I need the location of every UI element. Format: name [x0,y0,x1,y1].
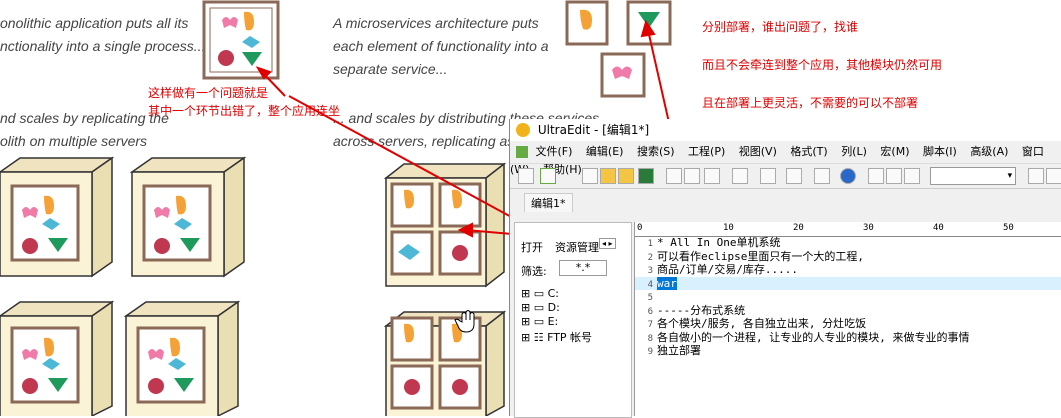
ftp-icon: ⊞ ☷ [521,331,548,344]
panel-tab-scroll[interactable]: ◂ ▸ [599,238,616,249]
toolbar-print-icon[interactable] [666,168,682,184]
ultraedit-titlebar: UltraEdit - [编辑1*] [510,119,1061,141]
drive-label: D: [547,301,560,314]
filter-label: 筛选: [521,265,547,278]
drive-icon: ⊞ ▭ [521,301,548,314]
panel-tab-open[interactable]: 打开 [521,239,543,255]
toolbar-list-icon[interactable] [814,168,830,184]
panel-tab-explorer[interactable]: 资源管理 [555,239,599,255]
toolbar-find-icon[interactable] [1028,168,1044,184]
text-editor[interactable]: 0 10 20 30 40 50 1 * All In One单机系统 2 可以看作… [634,222,1061,416]
editor-line[interactable]: 9 独立部署 [635,344,1061,358]
editor-line[interactable]: 3 商品/订单/交易/库存..... [635,263,1061,277]
window-title: UltraEdit - [编辑1*] [537,123,650,137]
ruler-mark: 10 [723,223,734,233]
drive-icon: ⊞ ▭ [521,315,548,328]
menu-edit[interactable]: 编辑(E) [586,145,624,158]
selected-text: war [657,276,677,290]
monolith-server-box-2 [129,156,247,278]
ruler-mark: 20 [793,223,804,233]
toolbar-cut-icon[interactable] [868,168,884,184]
monolith-process-frame [202,0,280,80]
toolbar-home-icon[interactable] [518,168,534,184]
annotation-flexible: 且在部署上更灵活，不需要的可以不部署 [702,96,919,110]
menu-format[interactable]: 格式(T) [790,145,827,158]
editor-line-current[interactable]: 4 war [635,276,1061,290]
menu-file[interactable]: 文件(F) [536,145,573,158]
ruler-mark: 50 [1003,223,1014,233]
toolbar-document-icon[interactable] [732,168,748,184]
app-icon [516,123,530,137]
ruler: 0 10 20 30 40 50 [635,222,1061,237]
menu-icon[interactable] [516,146,528,158]
menu-script[interactable]: 脚本(I) [923,145,957,158]
ftp-label: FTP 帐号 [547,331,593,344]
menu-search[interactable]: 搜索(S) [637,145,675,158]
toolbar-preview-icon[interactable] [684,168,700,184]
ftp-account[interactable]: ⊞ ☷ FTP 帐号 [521,329,592,345]
editor-line[interactable]: 6 -----分布式系统 [635,304,1061,318]
toolbar-wrap-icon[interactable] [760,168,776,184]
toolbar-spreadsheet-icon[interactable] [704,168,720,184]
document-tab-row: 编辑1* [510,189,1061,212]
drive-label: E: [547,315,559,328]
file-panel: 打开 资源管理 ◂ ▸ 筛选: *.* ⊞ ▭ C: ⊞ ▭ D: ⊞ ▭ E:… [514,222,632,418]
toolbar: ▾ [510,163,1061,189]
toolbar-save-icon[interactable] [638,168,654,184]
menu-advanced[interactable]: 高级(A) [970,145,1008,158]
monolith-server-box-4 [123,300,241,416]
ultraedit-window: UltraEdit - [编辑1*] 文件(F) 编辑(E) 搜索(S) 工程(… [509,119,1061,418]
annotation-isolation: 而且不会牵连到整个应用，其他模块仍然可用 [702,58,943,72]
monolith-server-box-3 [0,300,115,416]
toolbar-back-icon[interactable] [540,168,556,184]
ruler-mark: 40 [933,223,944,233]
annotation-problem-1: 这样做有一个问题就是 [148,86,269,100]
toolbar-open-icon[interactable] [600,168,616,184]
filter-input[interactable]: *.* [559,260,607,276]
menu-column[interactable]: 列(L) [841,145,867,158]
microservices-server-box-1 [383,162,507,288]
menu-bar: 文件(F) 编辑(E) 搜索(S) 工程(P) 视图(V) 格式(T) 列(L)… [510,143,1061,176]
menu-macro[interactable]: 宏(M) [880,145,909,158]
editor-lines: 1 * All In One单机系统 2 可以看作eclipse里面只有一个大的工程… [635,236,1061,358]
ruler-mark: 0 [637,223,643,233]
editor-line[interactable]: 1 * All In One单机系统 [635,236,1061,250]
toolbar-copy-icon[interactable] [886,168,902,184]
toolbar-paste-icon[interactable] [904,168,920,184]
drive-e[interactable]: ⊞ ▭ E: [521,315,558,328]
microservices-server-box-2 [383,310,507,416]
toolbar-open-folder-icon[interactable] [618,168,634,184]
service-frame-pink [600,52,646,98]
editor-line[interactable]: 5 [635,290,1061,304]
drive-c[interactable]: ⊞ ▭ C: [521,287,559,300]
editor-line[interactable]: 8 各自做小的一个进程, 让专业的人专业的模块, 来做专业的事情 [635,331,1061,345]
menu-project[interactable]: 工程(P) [688,145,725,158]
toolbar-hex-icon[interactable] [786,168,802,184]
annotation-problem-2: 其中一个环节出错了，整个应用连坐 [148,104,341,118]
drive-label: C: [547,287,559,300]
tab-document[interactable]: 编辑1* [524,193,573,212]
editor-line[interactable]: 2 可以看作eclipse里面只有一个大的工程, [635,250,1061,264]
annotation-separate-deploy: 分别部署，谁出问题了，找谁 [702,20,859,34]
ruler-mark: 30 [863,223,874,233]
toolbar-replace-icon[interactable] [1046,168,1061,184]
menu-view[interactable]: 视图(V) [739,145,777,158]
drive-icon: ⊞ ▭ [521,287,548,300]
service-frame-orange [565,0,609,46]
editor-line[interactable]: 7 各个模块/服务, 各自独立出来, 分灶吃饭 [635,317,1061,331]
monolith-server-box-1 [0,156,115,278]
toolbar-search-combo[interactable]: ▾ [930,167,1016,185]
toolbar-new-icon[interactable] [582,168,598,184]
drive-d[interactable]: ⊞ ▭ D: [521,301,560,314]
toolbar-browser-icon[interactable] [840,168,856,184]
